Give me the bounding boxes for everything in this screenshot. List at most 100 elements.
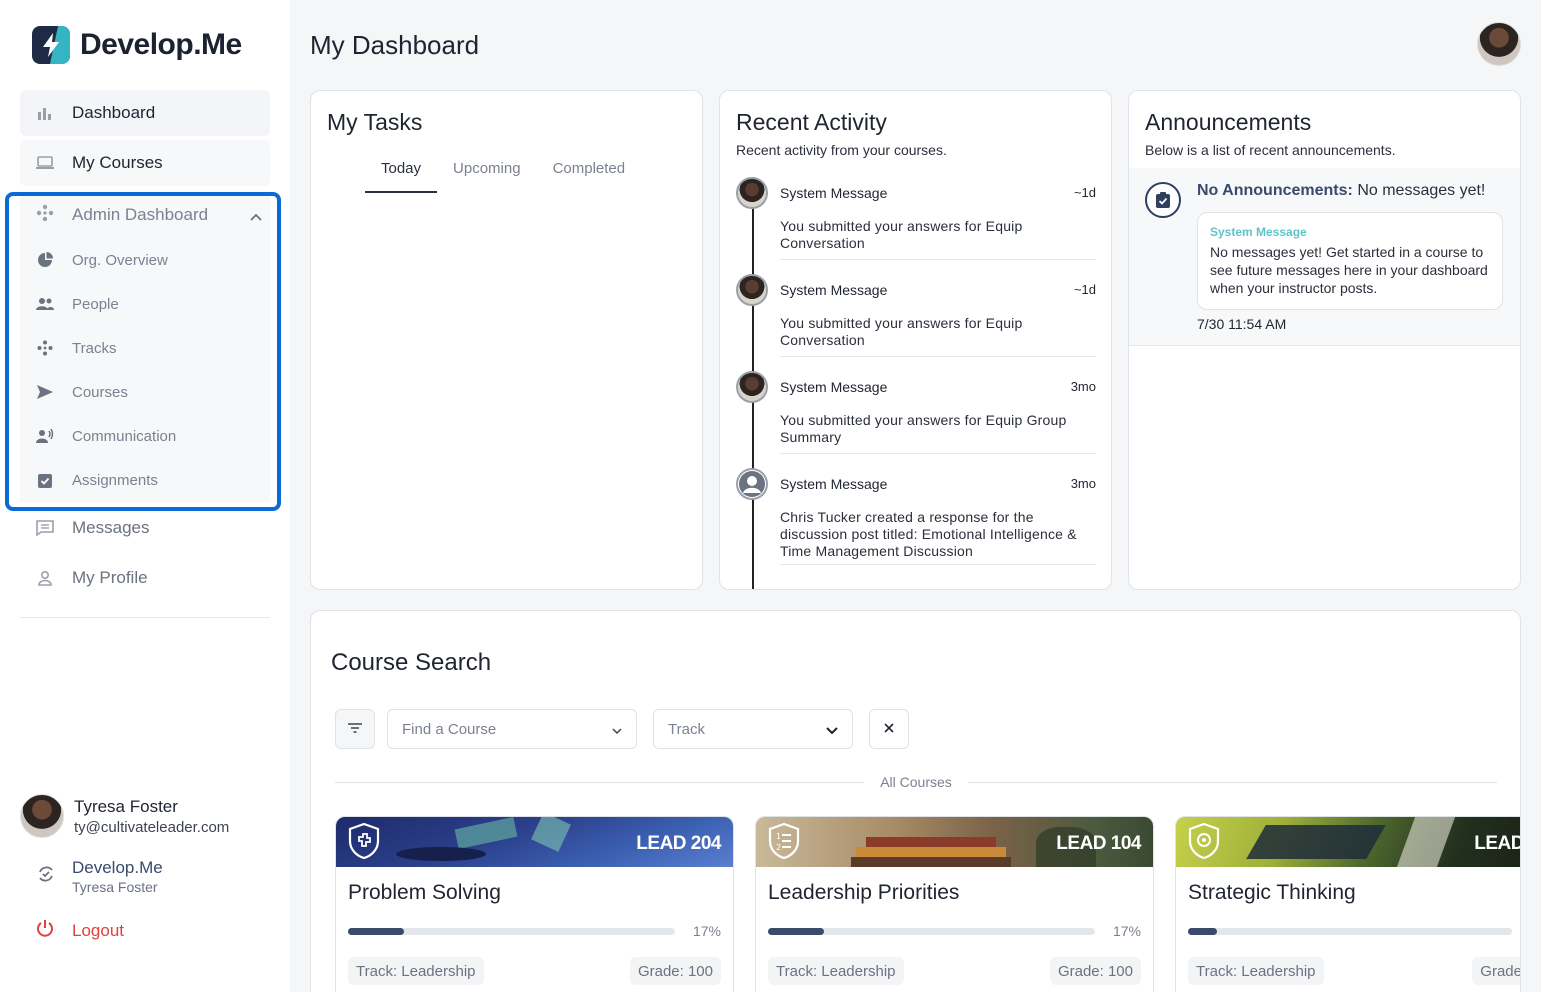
activity-body: Chris Tucker created a response for the … [780,509,1077,559]
admin-dashboard-group: Admin Dashboard Org. Overview People Tra… [20,192,270,502]
progress-bar [348,928,675,935]
send-icon [36,383,54,401]
announcement-heading-rest: No messages yet! [1357,182,1486,199]
user-email: ty@cultivateleader.com [74,818,230,836]
activity-time: ~1d [1073,282,1096,297]
course-title: Leadership Priorities [768,881,960,904]
activity-item[interactable]: System Message 3mo Chris Tucker created … [736,468,1096,565]
course-code: LEAD 104 [1056,833,1141,854]
sidebar-item-label: People [72,295,119,313]
switch-org-icon [36,864,56,889]
chevron-up-icon[interactable] [250,206,262,226]
sidebar-item-admin-dashboard[interactable]: Admin Dashboard [20,192,270,238]
track-tag: Track: Leadership [768,957,904,985]
card-subtitle: Below is a list of recent announcements. [1145,142,1396,158]
course-search-card: Course Search Find a Course Track All Co… [310,610,1521,992]
course-card[interactable]: LEAD Strategic Thinking Track: Leadershi… [1175,816,1521,992]
sidebar-item-messages[interactable]: Messages [20,505,270,551]
track-select[interactable]: Track [653,709,853,749]
sidebar-item-org-overview[interactable]: Org. Overview [20,238,270,282]
chevron-down-icon [612,721,622,738]
brand[interactable]: Develop.Me [32,26,242,64]
pie-chart-icon [36,251,54,269]
system-message-label: System Message [1210,225,1307,239]
user-placeholder-icon [736,468,768,500]
close-icon [884,720,894,738]
admin-submenu: Org. Overview People Tracks Courses Comm… [20,238,270,502]
admin-nodes-icon [36,204,54,227]
card-subtitle: Recent activity from your courses. [736,142,947,158]
sidebar-item-label: Tracks [72,339,117,357]
main-content: My Dashboard My Tasks Today Upcoming Com… [290,0,1541,992]
user-block[interactable]: Tyresa Foster ty@cultivateleader.com [20,794,229,838]
announcement-heading: No Announcements: No messages yet! [1197,182,1485,200]
announcement-item: No Announcements: No messages yet! Syste… [1129,168,1520,346]
message-icon [36,519,54,537]
logout-button[interactable]: Logout [36,919,124,942]
grade-tag: Grade: 100 [629,957,721,985]
announcements-header: Announcements Below is a list of recent … [1129,91,1520,168]
org-switcher[interactable]: Develop.Me Tyresa Foster [36,858,163,895]
brand-logo-icon [32,26,70,64]
activity-timeline: System Message ~1d You submitted your an… [736,177,1096,589]
profile-avatar[interactable] [1477,22,1521,66]
svg-text:2: 2 [776,843,781,852]
track-tag: Track: Leadership [348,957,484,985]
sidebar-item-communication[interactable]: Communication [20,414,270,458]
logout-label: Logout [72,920,124,940]
sidebar-item-label: My Profile [72,568,148,587]
laptop-icon [36,154,54,172]
course-banner: LEAD [1176,817,1521,867]
announcement-date: 7/30 11:54 AM [1197,316,1287,332]
progress-percent: 17% [1112,923,1141,939]
find-course-select[interactable]: Find a Course [387,709,637,749]
recent-activity-card: Recent Activity Recent activity from you… [719,90,1112,590]
sidebar-item-my-courses[interactable]: My Courses [20,140,270,186]
tab-upcoming[interactable]: Upcoming [437,152,537,193]
activity-title: System Message [780,282,888,298]
activity-body: You submitted your answers for Equip Con… [780,315,1023,348]
page-title: My Dashboard [310,30,480,60]
course-banner: LEAD 204 [336,817,733,867]
bar-chart-icon [36,104,54,122]
tab-today[interactable]: Today [365,152,438,193]
progress-bar [1188,928,1512,935]
course-title: Problem Solving [348,881,501,904]
progress-bar [768,928,1095,935]
shield-puzzle-icon [348,822,380,860]
activity-item[interactable]: System Message ~1d You submitted your an… [736,177,1096,274]
card-title: Course Search [331,649,492,676]
clear-filters-button[interactable] [869,709,909,749]
sidebar-item-dashboard[interactable]: Dashboard [20,90,270,136]
progress-percent: 17% [692,923,721,939]
card-title: Announcements [1145,109,1312,135]
course-card[interactable]: 1 2 LEAD 104 Leadership Priorities 17% Tr… [755,816,1154,992]
course-code: LEAD 204 [636,833,721,854]
svg-text:1: 1 [776,832,781,841]
org-name: Develop.Me [72,858,163,877]
tab-completed[interactable]: Completed [537,152,642,193]
task-tabs: Today Upcoming Completed [365,152,686,193]
my-tasks-card: My Tasks Today Upcoming Completed [310,90,703,590]
sidebar-item-my-profile[interactable]: My Profile [20,555,270,601]
activity-item[interactable]: System Message 3mo You submitted your an… [736,371,1096,468]
filter-button[interactable] [335,709,375,749]
divider [780,453,1096,454]
sidebar-item-label: Org. Overview [72,251,168,269]
sidebar-item-label: Communication [72,427,177,445]
sidebar-item-people[interactable]: People [20,282,270,326]
activity-item[interactable]: System Message ~1d You submitted your an… [736,274,1096,371]
activity-body: You submitted your answers for Equip Gro… [780,412,1067,445]
announcement-message: No messages yet! Get started in a course… [1210,244,1488,296]
filter-icon [348,720,362,738]
course-card[interactable]: LEAD 204 Problem Solving 17% Track: Lead… [335,816,734,992]
sidebar-item-tracks[interactable]: Tracks [20,326,270,370]
sidebar-item-courses[interactable]: Courses [20,370,270,414]
sidebar-item-label: Assignments [72,471,158,489]
course-code: LEAD [1474,833,1521,854]
sidebar-item-assignments[interactable]: Assignments [20,458,270,502]
progress-fill [1188,928,1218,935]
filter-bar: Find a Course Track [335,709,909,749]
activity-body: You submitted your answers for Equip Con… [780,218,1023,251]
person-icon [36,569,54,587]
